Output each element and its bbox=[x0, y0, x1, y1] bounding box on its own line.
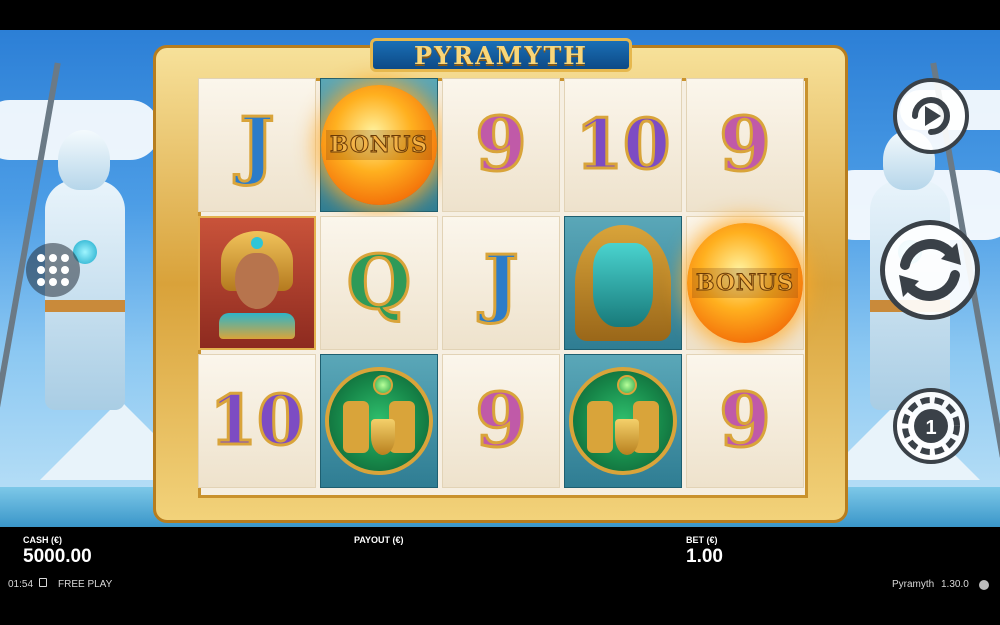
autoplay-button[interactable] bbox=[893, 78, 969, 154]
bet-label: BET (€) bbox=[686, 535, 718, 545]
bonus-label: BONUS bbox=[325, 130, 433, 160]
bet-value: 1.00 bbox=[686, 546, 723, 567]
mode-label: FREE PLAY bbox=[58, 579, 113, 590]
queen-symbol-icon bbox=[207, 223, 307, 343]
reel-5-row-1: 9 bbox=[686, 78, 804, 212]
top-bar bbox=[0, 0, 1000, 30]
payout-label: PAYOUT (€) bbox=[354, 535, 404, 545]
card-icon bbox=[39, 578, 47, 587]
clock: 01:54 bbox=[8, 579, 34, 590]
symbol-9: 9 bbox=[474, 378, 528, 464]
horus-symbol-icon bbox=[569, 367, 677, 475]
symbol-j: J bbox=[482, 240, 520, 326]
reel-5-row-2: BONUS bbox=[686, 216, 804, 350]
reel-1-row-1: J bbox=[198, 78, 316, 212]
game-name: Pyramyth bbox=[892, 579, 935, 590]
reel-1-row-3: 10 bbox=[198, 354, 316, 488]
reel-2-row-2: Q bbox=[320, 216, 438, 350]
version: 1.30.0 bbox=[941, 579, 969, 590]
bonus-symbol-icon: BONUS bbox=[687, 223, 803, 343]
reel-5-row-3: 9 bbox=[686, 354, 804, 488]
sobek-symbol-icon bbox=[571, 221, 675, 345]
spin-icon bbox=[899, 239, 961, 301]
logo-text: PYRAMYTH bbox=[414, 40, 588, 70]
spin-button[interactable] bbox=[880, 220, 980, 320]
bet-coin-value: 1 bbox=[925, 417, 936, 439]
symbol-j: J bbox=[238, 102, 276, 188]
reel-4-row-3 bbox=[564, 354, 682, 488]
game-logo: PYRAMYTH bbox=[370, 38, 632, 72]
symbol-9: 9 bbox=[718, 378, 772, 464]
horus-symbol-icon bbox=[325, 367, 433, 475]
symbol-9: 9 bbox=[718, 102, 772, 188]
bet-button[interactable]: 1 bbox=[893, 388, 969, 464]
reel-3-row-3: 9 bbox=[442, 354, 560, 488]
bonus-label: BONUS bbox=[691, 268, 799, 298]
reel-3-row-2: J bbox=[442, 216, 560, 350]
reel-4-row-2 bbox=[564, 216, 682, 350]
symbol-q: Q bbox=[345, 240, 412, 326]
reel-2-row-3 bbox=[320, 354, 438, 488]
bonus-symbol-icon: BONUS bbox=[321, 85, 437, 205]
menu-button[interactable] bbox=[26, 243, 80, 297]
reel-4-row-1: 10 bbox=[564, 78, 682, 212]
reels-grid: J 10 BONUS Q 9 J 9 10 9 BONUS 9 bbox=[198, 78, 804, 488]
autoplay-icon bbox=[912, 97, 950, 135]
bet-coin-icon: 1 bbox=[902, 397, 960, 455]
symbol-10: 10 bbox=[574, 105, 672, 185]
info-icon[interactable] bbox=[979, 580, 989, 590]
cash-label: CASH (€) bbox=[23, 535, 63, 545]
reel-3-row-1: 9 bbox=[442, 78, 560, 212]
menu-dots-icon bbox=[37, 254, 69, 286]
symbol-10: 10 bbox=[208, 381, 306, 461]
symbol-9: 9 bbox=[474, 102, 528, 188]
bottom-bar: CASH (€) 5000.00 PAYOUT (€) BET (€) 1.00… bbox=[0, 527, 1000, 625]
reel-1-row-2 bbox=[198, 216, 316, 350]
reel-2-row-1: BONUS bbox=[320, 78, 438, 212]
cash-value: 5000.00 bbox=[23, 546, 92, 567]
